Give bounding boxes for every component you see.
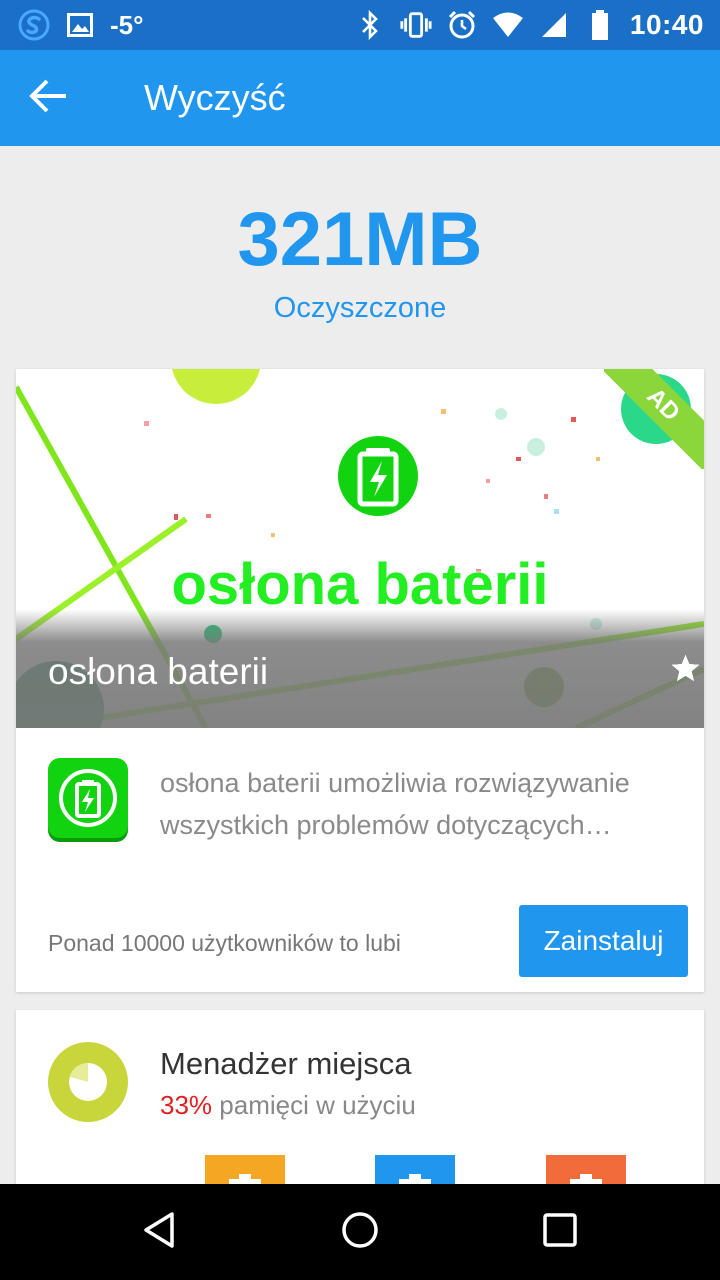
wifi-icon bbox=[492, 9, 524, 41]
battery-icon bbox=[584, 9, 616, 41]
vibrate-icon bbox=[400, 9, 432, 41]
storage-usage: 33% pamięci w użyciu bbox=[160, 1090, 416, 1121]
nav-back-button[interactable] bbox=[100, 1184, 220, 1280]
battery-app-icon[interactable] bbox=[48, 758, 128, 838]
temperature-text: -5° bbox=[110, 9, 144, 40]
star-icon bbox=[671, 654, 700, 681]
nav-recents-button[interactable] bbox=[500, 1184, 620, 1280]
page-title: Wyczyść bbox=[144, 77, 286, 118]
alarm-icon bbox=[446, 9, 478, 41]
circle-home-icon bbox=[340, 1210, 380, 1255]
app-logo-icon bbox=[18, 9, 50, 41]
square-recents-icon bbox=[540, 1210, 580, 1255]
ad-banner[interactable]: osłona baterii osłona baterii AD bbox=[16, 369, 704, 728]
nav-home-button[interactable] bbox=[300, 1184, 420, 1280]
storage-percent: 33% bbox=[160, 1090, 213, 1120]
clean-summary: 321MB Oczyszczone bbox=[0, 146, 720, 368]
cleaned-size: 321MB bbox=[237, 197, 483, 282]
storage-manager-card[interactable]: Menadżer miejsca 33% pamięci w użyciu bbox=[16, 1010, 704, 1210]
ad-badge-label: AD bbox=[604, 369, 704, 469]
system-nav-bar bbox=[0, 1184, 720, 1280]
signal-icon bbox=[538, 9, 570, 41]
cleaned-label: Oczyszczone bbox=[273, 292, 447, 324]
clock-text: 10:40 bbox=[629, 9, 704, 40]
status-bar: -5° 10:40 bbox=[0, 0, 720, 50]
storage-title: Menadżer miejsca bbox=[160, 1046, 412, 1081]
ad-card[interactable]: osłona baterii osłona baterii AD osłona … bbox=[16, 369, 704, 992]
triangle-back-icon bbox=[140, 1210, 180, 1255]
ad-details: osłona baterii umożliwia rozwiązywanie w… bbox=[16, 728, 704, 992]
storage-pie-icon bbox=[48, 1042, 128, 1122]
banner-headline: osłona baterii bbox=[171, 552, 549, 617]
storage-usage-label: pamięci w użyciu bbox=[212, 1090, 416, 1120]
back-button[interactable] bbox=[0, 50, 96, 146]
ad-badge: AD bbox=[604, 369, 704, 469]
image-icon bbox=[64, 9, 96, 41]
ad-users-count: Ponad 10000 użytkowników to lubi bbox=[48, 930, 401, 956]
arrow-left-icon bbox=[28, 78, 68, 119]
ad-app-name: osłona baterii bbox=[48, 651, 269, 692]
app-bar: Wyczyść bbox=[0, 50, 720, 146]
ad-description: osłona baterii umożliwia rozwiązywanie w… bbox=[160, 768, 630, 840]
install-button[interactable]: Zainstaluj bbox=[519, 905, 688, 977]
bluetooth-icon bbox=[354, 9, 386, 41]
